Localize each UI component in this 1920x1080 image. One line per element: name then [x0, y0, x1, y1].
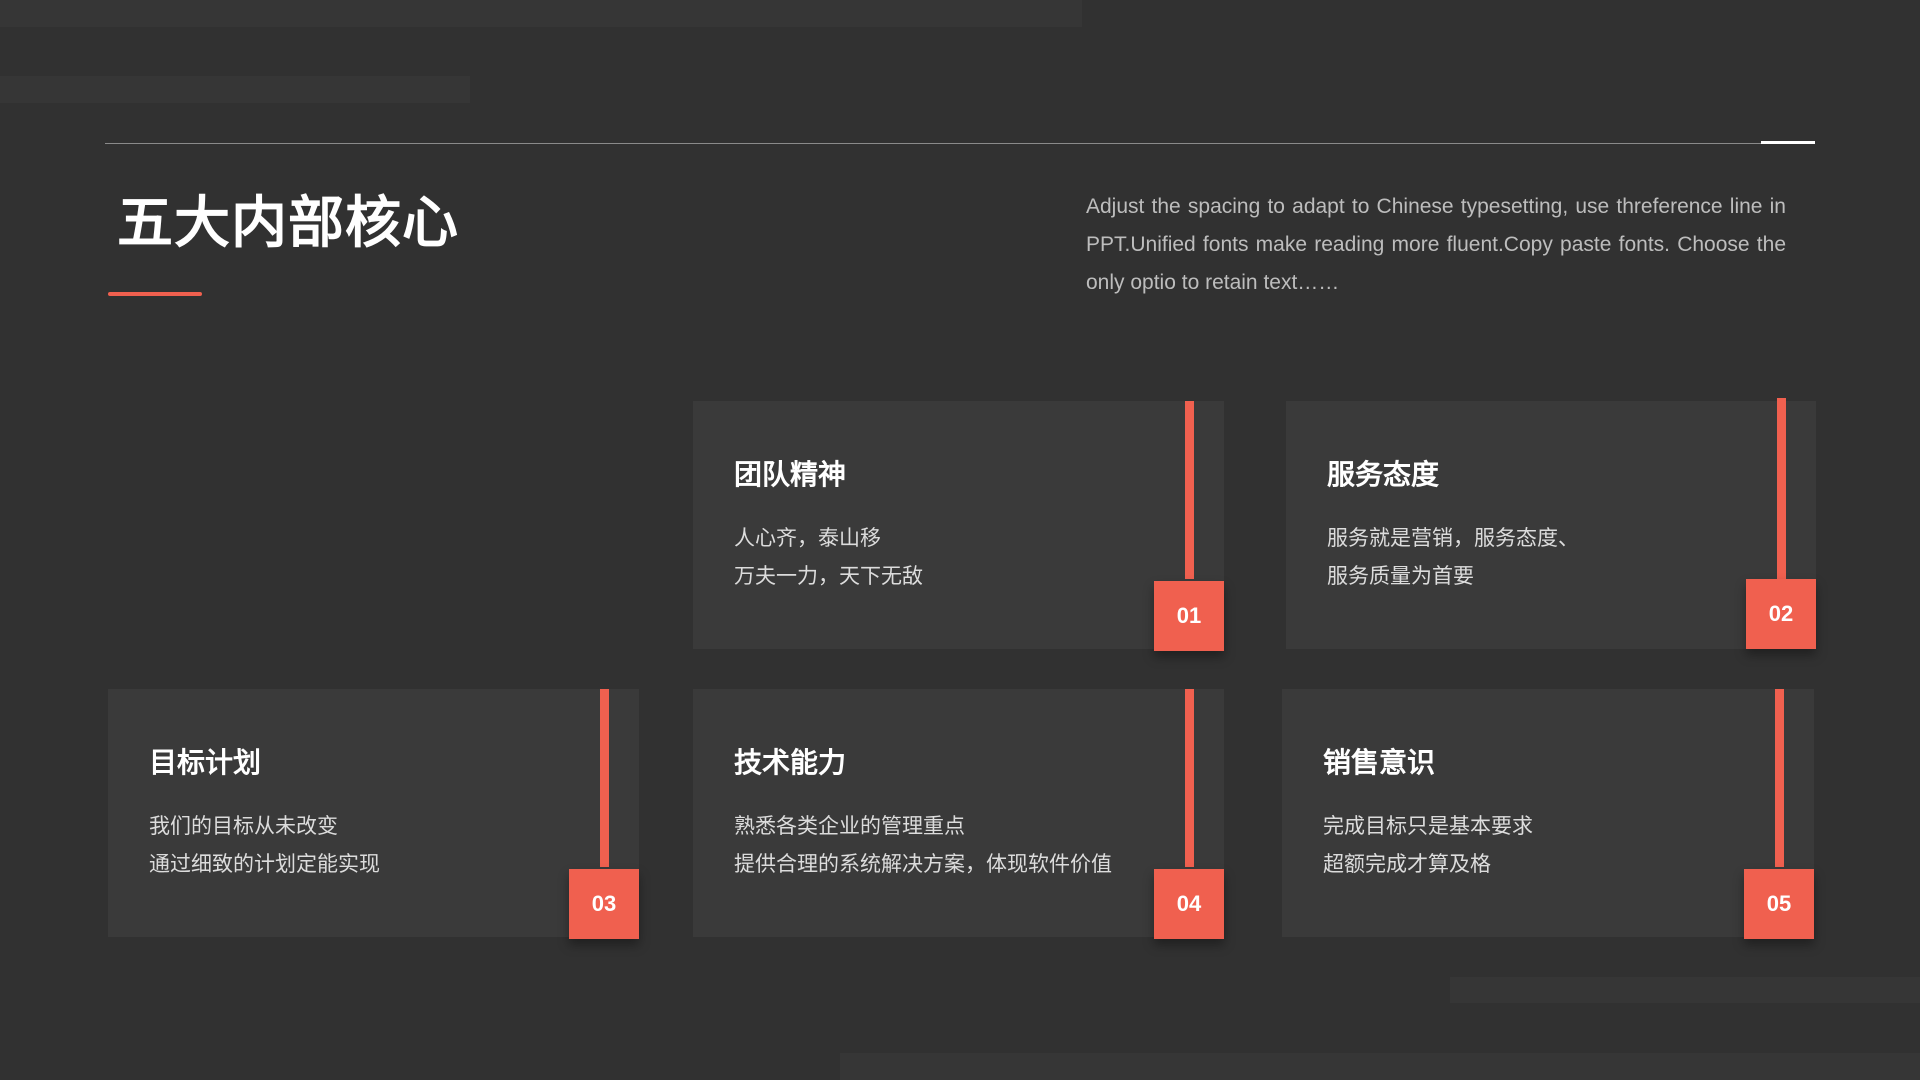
- card-text-line: 人心齐，泰山移: [734, 526, 881, 550]
- card-accent-bar: [1777, 398, 1786, 579]
- background-band: [0, 76, 470, 103]
- card-number-badge: 04: [1154, 869, 1224, 939]
- card-text-line: 超额完成才算及格: [1323, 852, 1491, 876]
- card-technical-ability: 技术能力 熟悉各类企业的管理重点 提供合理的系统解决方案，体现软件价值 04: [693, 689, 1224, 939]
- card-number-badge: 02: [1746, 579, 1816, 649]
- card-accent-bar: [600, 689, 609, 867]
- title-underline: [108, 292, 202, 296]
- card-title: 销售意识: [1323, 746, 1436, 779]
- card-sales-awareness: 销售意识 完成目标只是基本要求 超额完成才算及格 05: [1282, 689, 1814, 939]
- slide-description: Adjust the spacing to adapt to Chinese t…: [1086, 195, 1786, 294]
- card-number-badge: 05: [1744, 869, 1814, 939]
- card-number-badge: 01: [1154, 581, 1224, 651]
- header-divider: [105, 143, 1815, 144]
- card-title: 服务态度: [1327, 458, 1440, 491]
- card-text-line: 万夫一力，天下无敌: [734, 564, 923, 588]
- card-number-badge: 03: [569, 869, 639, 939]
- card-accent-bar: [1185, 689, 1194, 867]
- header-divider-accent: [1761, 141, 1815, 144]
- card-text-line: 熟悉各类企业的管理重点: [734, 814, 965, 838]
- card-goal-plan: 目标计划 我们的目标从未改变 通过细致的计划定能实现 03: [108, 689, 639, 939]
- card-text-line: 服务就是营销，服务态度、: [1327, 526, 1579, 550]
- card-team-spirit: 团队精神 人心齐，泰山移 万夫一力，天下无敌 01: [693, 401, 1224, 651]
- card-text-line: 完成目标只是基本要求: [1323, 814, 1533, 838]
- card-accent-bar: [1185, 401, 1194, 579]
- card-accent-bar: [1775, 689, 1784, 867]
- card-text-line: 我们的目标从未改变: [149, 814, 338, 838]
- background-band: [840, 1053, 1920, 1080]
- slide-title: 五大内部核心: [117, 191, 459, 256]
- card-title: 团队精神: [734, 458, 847, 491]
- card-text-line: 通过细致的计划定能实现: [149, 852, 380, 876]
- card-text-line: 提供合理的系统解决方案，体现软件价值: [734, 852, 1112, 876]
- card-text-line: 服务质量为首要: [1327, 564, 1474, 588]
- card-title: 技术能力: [734, 746, 847, 779]
- background-band: [0, 0, 1082, 27]
- background-band: [1450, 977, 1920, 1003]
- card-service-attitude: 服务态度 服务就是营销，服务态度、 服务质量为首要 02: [1286, 398, 1816, 649]
- card-title: 目标计划: [149, 746, 262, 779]
